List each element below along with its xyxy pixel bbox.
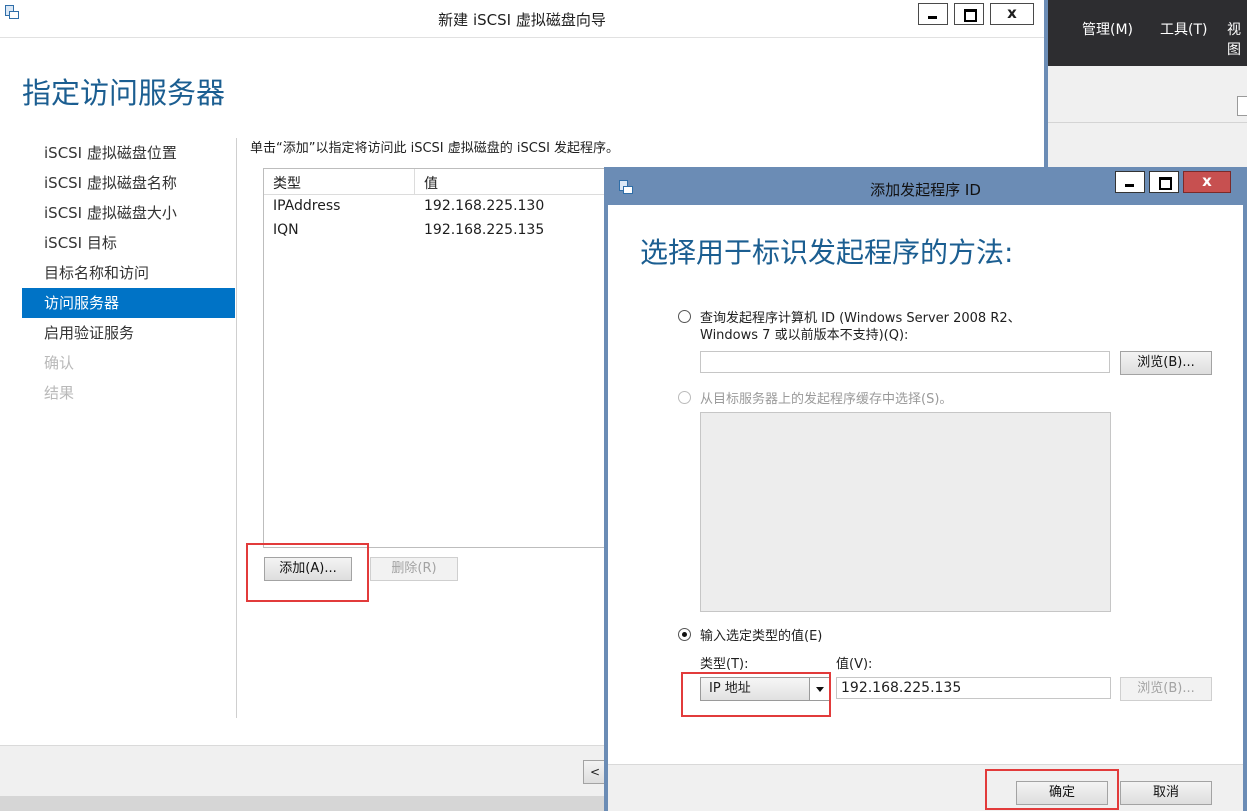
nav-step-iscsi-target[interactable]: iSCSI 目标 [22, 228, 235, 258]
nav-step-results: 结果 [44, 384, 75, 402]
instruction-text: 单击“添加”以指定将访问此 iSCSI 虚拟磁盘的 iSCSI 发起程序。 [250, 141, 620, 156]
cell-type: IQN [273, 222, 299, 238]
wizard-title: 新建 iSCSI 虚拟磁盘向导 [438, 11, 606, 29]
browse-computer-button[interactable]: 浏览(B)... [1120, 351, 1212, 375]
dialog-minimize-button[interactable] [1115, 171, 1145, 193]
option-enter-value-label: 输入选定类型的值(E) [700, 629, 823, 644]
dialog-titlebar[interactable]: 添加发起程序 ID x [604, 167, 1247, 205]
cell-type: IPAddress [273, 198, 341, 214]
value-label: 值(V): [836, 657, 873, 672]
nav-step-disk-name[interactable]: iSCSI 虚拟磁盘名称 [22, 168, 235, 198]
highlight-box [985, 769, 1119, 810]
nav-step-target-name-access[interactable]: 目标名称和访问 [22, 258, 235, 288]
page-title: 指定访问服务器 [22, 76, 226, 110]
divider [1045, 122, 1247, 123]
nav-step-disk-location[interactable]: iSCSI 虚拟磁盘位置 [22, 138, 235, 168]
radio-initiator-cache [678, 391, 691, 404]
wizard-step-list: iSCSI 虚拟磁盘位置 iSCSI 虚拟磁盘名称 iSCSI 虚拟磁盘大小 i… [22, 138, 235, 408]
column-header-value[interactable]: 值 [424, 173, 438, 193]
radio-enter-value[interactable] [678, 628, 691, 641]
nav-divider [236, 138, 237, 718]
nav-step-access-servers[interactable]: 访问服务器 [22, 288, 235, 318]
option-cache-label: 从目标服务器上的发起程序缓存中选择(S)。 [700, 392, 953, 407]
menu-view[interactable]: 视图 [1227, 19, 1247, 59]
dialog-maximize-button[interactable] [1149, 171, 1179, 193]
dialog-heading: 选择用于标识发起程序的方法: [640, 236, 1014, 269]
minimize-button[interactable] [918, 3, 948, 25]
dialog-close-button[interactable]: x [1183, 171, 1231, 193]
initiator-cache-list [700, 412, 1111, 612]
nav-step-disk-size[interactable]: iSCSI 虚拟磁盘大小 [22, 198, 235, 228]
type-label: 类型(T): [700, 657, 749, 672]
option-query-label-line2: Windows 7 或以前版本不支持)(Q): [700, 328, 909, 343]
value-input[interactable]: 192.168.225.135 [836, 677, 1111, 699]
wizard-titlebar[interactable]: 新建 iSCSI 虚拟磁盘向导 x [0, 0, 1044, 38]
cell-value: 192.168.225.130 [424, 198, 545, 214]
highlight-box [681, 672, 831, 717]
remove-button: 删除(R) [370, 557, 458, 581]
menu-manage[interactable]: 管理(M) [1082, 19, 1133, 39]
radio-query-computer-id[interactable] [678, 310, 691, 323]
column-header-type[interactable]: 类型 [273, 173, 301, 193]
add-initiator-id-dialog: 添加发起程序 ID x 选择用于标识发起程序的方法: 查询发起程序计算机 ID … [604, 167, 1247, 811]
cell-value: 192.168.225.135 [424, 222, 545, 238]
menu-tools[interactable]: 工具(T) [1160, 19, 1207, 39]
nav-step-enable-authentication[interactable]: 启用验证服务 [22, 318, 235, 348]
highlight-box [246, 543, 369, 602]
maximize-button[interactable] [954, 3, 984, 25]
server-manager-menubar: 管理(M) 工具(T) 视图 [1045, 0, 1247, 66]
cancel-button[interactable]: 取消 [1120, 781, 1212, 805]
background-checkbox[interactable] [1237, 96, 1247, 116]
nav-step-confirmation: 确认 [44, 354, 75, 372]
close-button[interactable]: x [990, 3, 1034, 25]
computer-id-input[interactable] [700, 351, 1110, 373]
browse-value-button: 浏览(B)... [1120, 677, 1212, 701]
